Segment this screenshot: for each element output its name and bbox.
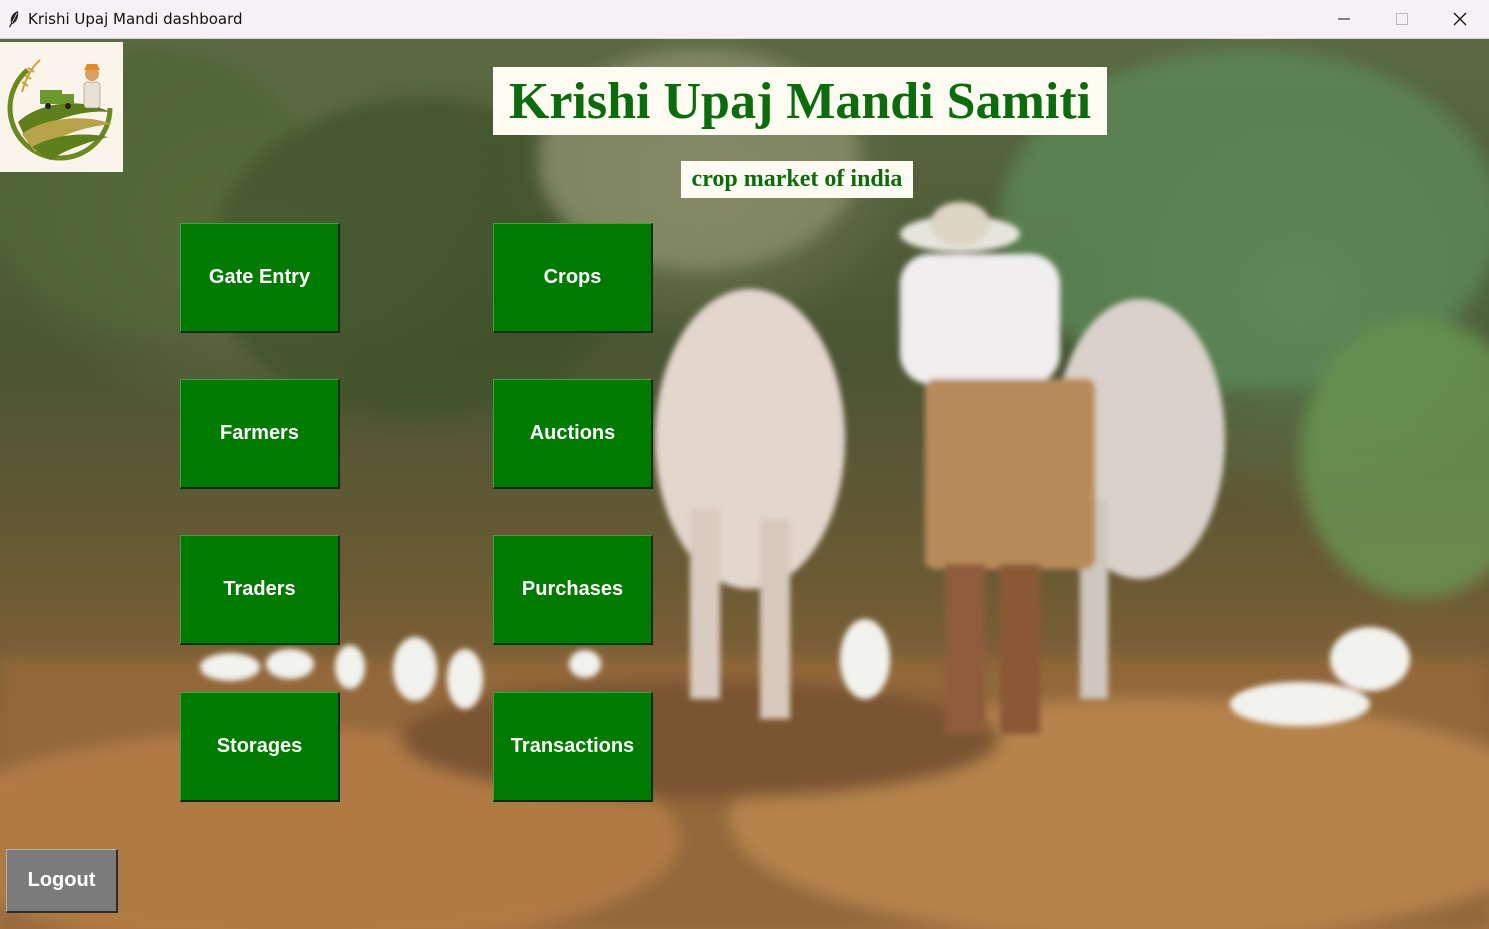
maximize-button[interactable] (1373, 0, 1431, 38)
traders-button[interactable]: Traders (180, 535, 340, 645)
logout-button[interactable]: Logout (6, 849, 118, 913)
feather-icon (9, 11, 19, 28)
storages-button[interactable]: Storages (180, 692, 340, 802)
page-subtitle: crop market of india (681, 161, 913, 198)
dashboard-canvas: Krishi Upaj Mandi Samiti crop market of … (0, 39, 1489, 929)
farmers-button[interactable]: Farmers (180, 379, 340, 489)
page-title: Krishi Upaj Mandi Samiti (493, 67, 1107, 135)
gate-entry-button[interactable]: Gate Entry (180, 223, 340, 333)
minimize-icon (1338, 18, 1350, 20)
maximize-icon (1396, 13, 1408, 25)
window-title: Krishi Upaj Mandi dashboard (28, 10, 243, 28)
purchases-button[interactable]: Purchases (493, 535, 653, 645)
farm-logo-icon (7, 55, 113, 161)
auctions-button[interactable]: Auctions (493, 379, 653, 489)
window-title-bar: Krishi Upaj Mandi dashboard (0, 0, 1489, 39)
minimize-button[interactable] (1315, 0, 1373, 38)
crops-button[interactable]: Crops (493, 223, 653, 333)
close-button[interactable] (1431, 0, 1489, 38)
close-icon (1453, 12, 1467, 26)
transactions-button[interactable]: Transactions (493, 692, 653, 802)
mandi-logo (0, 42, 123, 172)
